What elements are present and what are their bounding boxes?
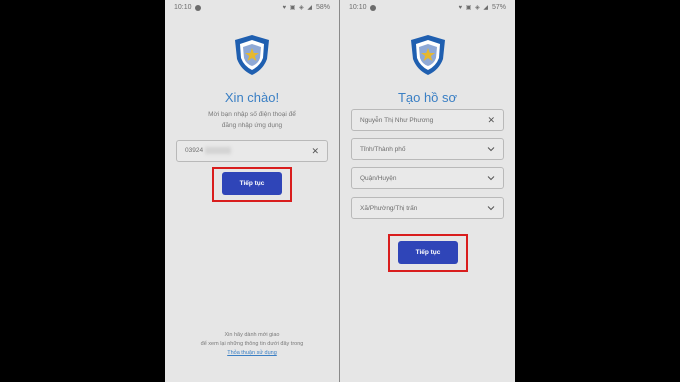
district-select[interactable]: Quận/Huyện [351, 167, 504, 189]
status-bar: 10:10 ♥ ▣ ◈ ◢ 58% [165, 0, 339, 15]
notification-icon [369, 4, 376, 11]
login-screen: 10:10 ♥ ▣ ◈ ◢ 58% Xin chào! Mời bạn nhập… [165, 0, 339, 382]
chevron-down-icon [487, 176, 495, 181]
status-time: 10:10 [174, 4, 192, 11]
ward-select[interactable]: Xã/Phường/Thị trấn [351, 197, 504, 219]
ward-placeholder: Xã/Phường/Thị trấn [360, 204, 418, 212]
province-select[interactable]: Tỉnh/Thành phố [351, 138, 504, 160]
continue-button[interactable]: Tiếp tục [222, 172, 282, 195]
status-time: 10:10 [349, 4, 367, 11]
status-icons: ♥ ▣ ◈ ◢ [458, 5, 489, 11]
province-placeholder: Tỉnh/Thành phố [360, 145, 406, 153]
page-title: Xin chào! [224, 90, 280, 105]
profile-screen: 10:10 ♥ ▣ ◈ ◢ 57% Tạo hồ sơ Nguyễn Thị N… [340, 0, 515, 382]
phone-number-input[interactable]: 03924 ✕ [176, 140, 328, 162]
battery-level: 58% [315, 4, 330, 11]
instruction-text: Mời bạn nhập số điện thoại để đăng nhập … [208, 111, 296, 129]
page-title: Tạo hồ sơ [397, 90, 458, 105]
shield-star-logo-icon [235, 35, 269, 75]
blurred-digits [205, 147, 232, 155]
chevron-down-icon [487, 147, 495, 152]
clear-icon[interactable]: ✕ [311, 146, 319, 157]
battery-level: 57% [491, 4, 506, 11]
terms-note: Xin hãy dành mới giao để xem lại những t… [175, 331, 329, 358]
status-bar: 10:10 ♥ ▣ ◈ ◢ 57% [340, 0, 515, 15]
phone-number-value: 03924 [185, 147, 311, 155]
chevron-down-icon [487, 206, 495, 211]
clear-icon[interactable]: ✕ [487, 115, 495, 126]
full-name-input[interactable]: Nguyễn Thị Như Phương ✕ [351, 109, 504, 131]
terms-link[interactable]: Thỏa thuận sử dụng [175, 349, 329, 358]
full-name-value: Nguyễn Thị Như Phương [360, 116, 434, 124]
shield-star-logo-icon [410, 35, 445, 75]
continue-button[interactable]: Tiếp tục [398, 241, 458, 264]
status-icons: ♥ ▣ ◈ ◢ [282, 5, 313, 11]
notification-icon [194, 4, 201, 11]
district-placeholder: Quận/Huyện [360, 174, 397, 182]
